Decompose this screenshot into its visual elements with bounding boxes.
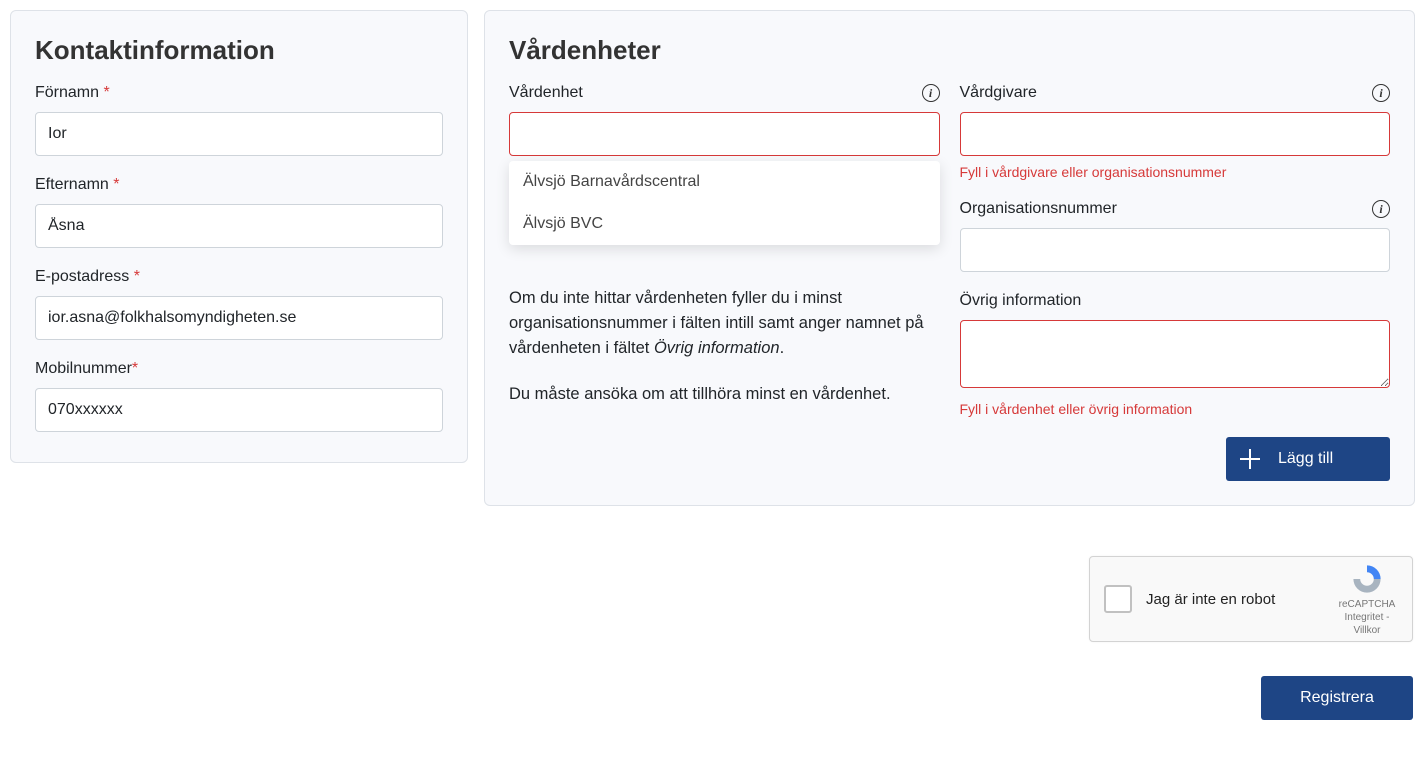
register-button-label: Registrera (1300, 689, 1374, 707)
mobile-label-text: Mobilnummer (35, 360, 132, 377)
add-button-row: Lägg till (960, 437, 1391, 481)
required-mark: * (99, 84, 110, 101)
mobile-group: Mobilnummer* (35, 360, 443, 432)
other-label: Övrig information (960, 292, 1391, 310)
orgno-group: Organisationsnummer i (960, 200, 1391, 272)
email-label-text: E-postadress (35, 268, 129, 285)
contact-panel: Kontaktinformation Förnamn * Efternamn *… (10, 10, 468, 463)
first-name-label: Förnamn * (35, 84, 443, 102)
orgno-input[interactable] (960, 228, 1391, 272)
help-text-part: . (780, 339, 785, 357)
first-name-label-text: Förnamn (35, 84, 99, 101)
recaptcha-badge: reCAPTCHA Integritet - Villkor (1334, 562, 1400, 637)
orgno-label: Organisationsnummer (960, 200, 1117, 218)
help-text-emphasis: Övrig information (654, 339, 780, 357)
unit-label-row: Vårdenhet i (509, 84, 940, 102)
provider-label-row: Vårdgivare i (960, 84, 1391, 102)
other-error: Fyll i vårdenhet eller övrig information (960, 401, 1391, 417)
recaptcha-widget: Jag är inte en robot reCAPTCHA Integrite… (1089, 556, 1413, 642)
mobile-input[interactable] (35, 388, 443, 432)
provider-group: Vårdgivare i Fyll i vårdgivare eller org… (960, 84, 1391, 180)
suggestion-item[interactable]: Älvsjö BVC (509, 203, 940, 245)
info-icon[interactable]: i (1372, 200, 1390, 218)
required-mark: * (109, 176, 120, 193)
orgno-label-row: Organisationsnummer i (960, 200, 1391, 218)
unit-suggestions-dropdown: Älvsjö Barnavårdscentral Älvsjö BVC (509, 161, 940, 245)
recaptcha-checkbox[interactable] (1104, 585, 1132, 613)
first-name-input[interactable] (35, 112, 443, 156)
units-right-col: Vårdgivare i Fyll i vårdgivare eller org… (960, 84, 1391, 481)
units-two-col: Vårdenhet i Älvsjö Barnavårdscentral Älv… (509, 84, 1390, 481)
footer: Jag är inte en robot reCAPTCHA Integrite… (10, 556, 1415, 720)
recaptcha-brand: reCAPTCHA (1334, 598, 1400, 611)
other-textarea[interactable] (960, 320, 1391, 388)
main-container: Kontaktinformation Förnamn * Efternamn *… (10, 10, 1415, 506)
units-left-col: Vårdenhet i Älvsjö Barnavårdscentral Älv… (509, 84, 940, 481)
units-panel: Vårdenheter Vårdenhet i Älvsjö Barnavård… (484, 10, 1415, 506)
mobile-label: Mobilnummer* (35, 360, 443, 378)
email-input[interactable] (35, 296, 443, 340)
info-icon[interactable]: i (922, 84, 940, 102)
unit-input[interactable] (509, 112, 940, 156)
units-title: Vårdenheter (509, 35, 1390, 66)
recaptcha-privacy-link[interactable]: Integritet (1344, 612, 1383, 623)
suggestion-item[interactable]: Älvsjö Barnavårdscentral (509, 161, 940, 203)
email-group: E-postadress * (35, 268, 443, 340)
provider-input[interactable] (960, 112, 1391, 156)
info-icon[interactable]: i (1372, 84, 1390, 102)
first-name-group: Förnamn * (35, 84, 443, 156)
last-name-group: Efternamn * (35, 176, 443, 248)
plus-icon (1240, 449, 1260, 469)
recaptcha-label: Jag är inte en robot (1146, 591, 1334, 608)
recaptcha-terms-link[interactable]: Villkor (1353, 625, 1380, 636)
last-name-label-text: Efternamn (35, 176, 109, 193)
required-mark: * (132, 360, 138, 377)
last-name-label: Efternamn * (35, 176, 443, 194)
contact-title: Kontaktinformation (35, 35, 443, 66)
provider-error: Fyll i vårdgivare eller organisationsnum… (960, 164, 1391, 180)
help-paragraph-1: Om du inte hittar vårdenheten fyller du … (509, 286, 940, 360)
last-name-input[interactable] (35, 204, 443, 248)
register-button[interactable]: Registrera (1261, 676, 1413, 720)
email-label: E-postadress * (35, 268, 443, 286)
add-button[interactable]: Lägg till (1226, 437, 1390, 481)
recaptcha-logo-icon (1350, 562, 1384, 596)
recaptcha-links: Integritet - Villkor (1334, 611, 1400, 637)
help-paragraph-2: Du måste ansöka om att tillhöra minst en… (509, 382, 940, 407)
unit-label: Vårdenhet (509, 84, 583, 102)
add-button-label: Lägg till (1278, 450, 1333, 468)
provider-label: Vårdgivare (960, 84, 1037, 102)
other-group: Övrig information Fyll i vårdenhet eller… (960, 292, 1391, 417)
unit-group: Vårdenhet i Älvsjö Barnavårdscentral Älv… (509, 84, 940, 156)
unit-help-text: Om du inte hittar vårdenheten fyller du … (509, 286, 940, 407)
required-mark: * (129, 268, 140, 285)
